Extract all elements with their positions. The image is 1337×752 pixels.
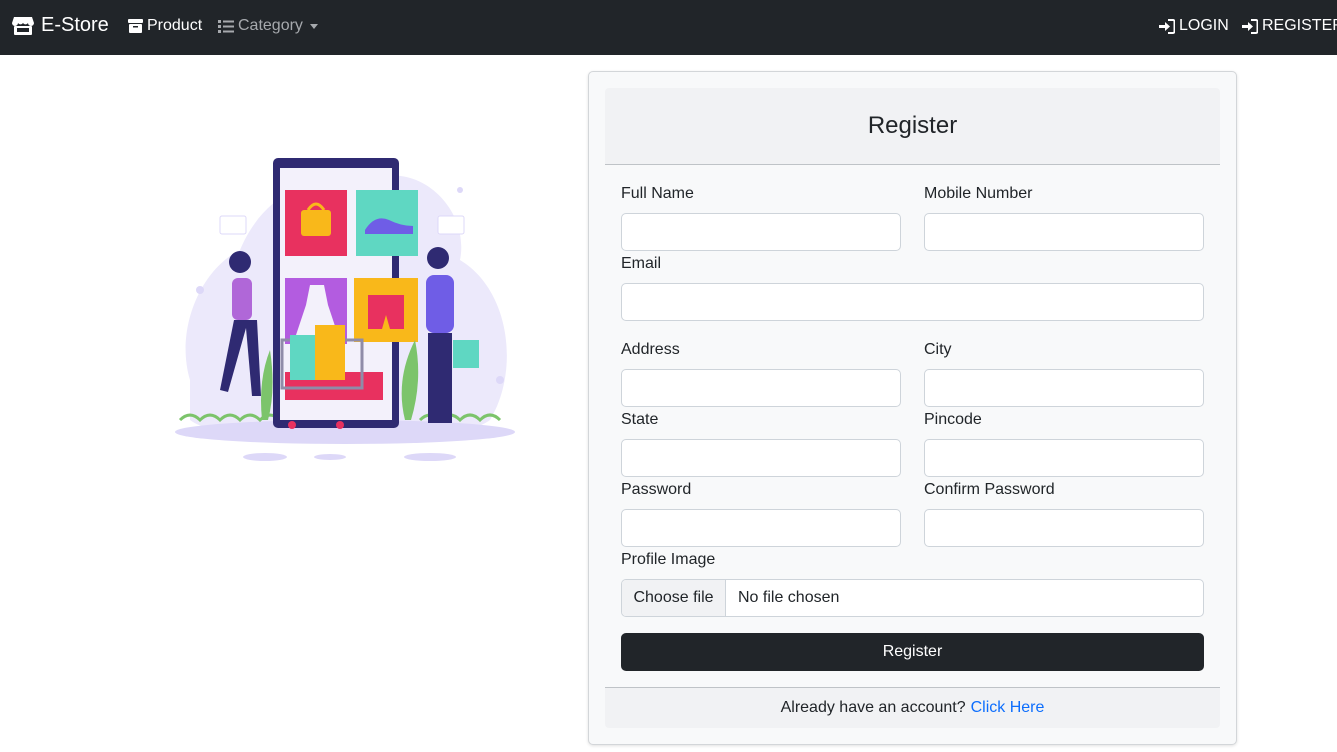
card-title: Register bbox=[867, 112, 958, 139]
email-label: Email bbox=[621, 255, 662, 272]
nav-category-label: Category bbox=[238, 17, 303, 34]
confirm-password-label: Confirm Password bbox=[924, 481, 1055, 498]
profile-image-label: Profile Image bbox=[621, 551, 716, 568]
password-input[interactable] bbox=[621, 509, 901, 547]
address-label: Address bbox=[621, 341, 680, 358]
pincode-input[interactable] bbox=[924, 439, 1204, 477]
nav-register[interactable]: REGISTER bbox=[1241, 17, 1337, 35]
card-footer: Already have an account? Click Here bbox=[605, 687, 1220, 728]
sign-in-icon bbox=[1159, 18, 1175, 34]
email-input[interactable] bbox=[621, 283, 1204, 321]
nav-register-label: REGISTER bbox=[1262, 17, 1337, 34]
brand[interactable]: E-Store bbox=[12, 14, 109, 37]
state-input[interactable] bbox=[621, 439, 901, 477]
chevron-down-icon bbox=[309, 23, 318, 29]
card-header: Register bbox=[605, 88, 1220, 165]
box-icon bbox=[128, 19, 143, 33]
nav-login[interactable]: LOGIN bbox=[1158, 17, 1229, 35]
brand-name: E-Store bbox=[41, 14, 109, 36]
mobile-number-input[interactable] bbox=[924, 213, 1204, 251]
full-name-input[interactable] bbox=[621, 213, 901, 251]
choose-file-button[interactable]: Choose file bbox=[622, 580, 726, 616]
nav-product[interactable]: Product bbox=[128, 17, 202, 35]
register-card: Register Full Name Mobile Number Email A… bbox=[588, 71, 1237, 745]
pincode-label: Pincode bbox=[924, 411, 982, 428]
footer-text: Already have an account? bbox=[780, 699, 966, 716]
nav-product-label: Product bbox=[147, 17, 203, 34]
shopping-illustration bbox=[175, 158, 515, 461]
store-icon bbox=[12, 16, 34, 35]
address-input[interactable] bbox=[621, 369, 901, 407]
navbar: E-Store Product Category LOGIN REGISTER bbox=[0, 0, 1337, 55]
register-button[interactable]: Register bbox=[621, 633, 1204, 671]
login-link[interactable]: Click Here bbox=[971, 699, 1045, 717]
password-label: Password bbox=[621, 481, 692, 498]
list-icon bbox=[218, 19, 234, 33]
full-name-label: Full Name bbox=[621, 185, 694, 202]
sign-in-icon bbox=[1242, 18, 1258, 34]
state-label: State bbox=[621, 411, 659, 428]
mobile-number-label: Mobile Number bbox=[924, 185, 1033, 202]
profile-image-file-input[interactable]: Choose file No file chosen bbox=[621, 579, 1204, 617]
nav-login-label: LOGIN bbox=[1179, 17, 1229, 34]
confirm-password-input[interactable] bbox=[924, 509, 1204, 547]
file-status-text: No file chosen bbox=[738, 589, 840, 606]
city-input[interactable] bbox=[924, 369, 1204, 407]
nav-category-dropdown[interactable]: Category bbox=[218, 17, 318, 35]
city-label: City bbox=[924, 341, 952, 358]
